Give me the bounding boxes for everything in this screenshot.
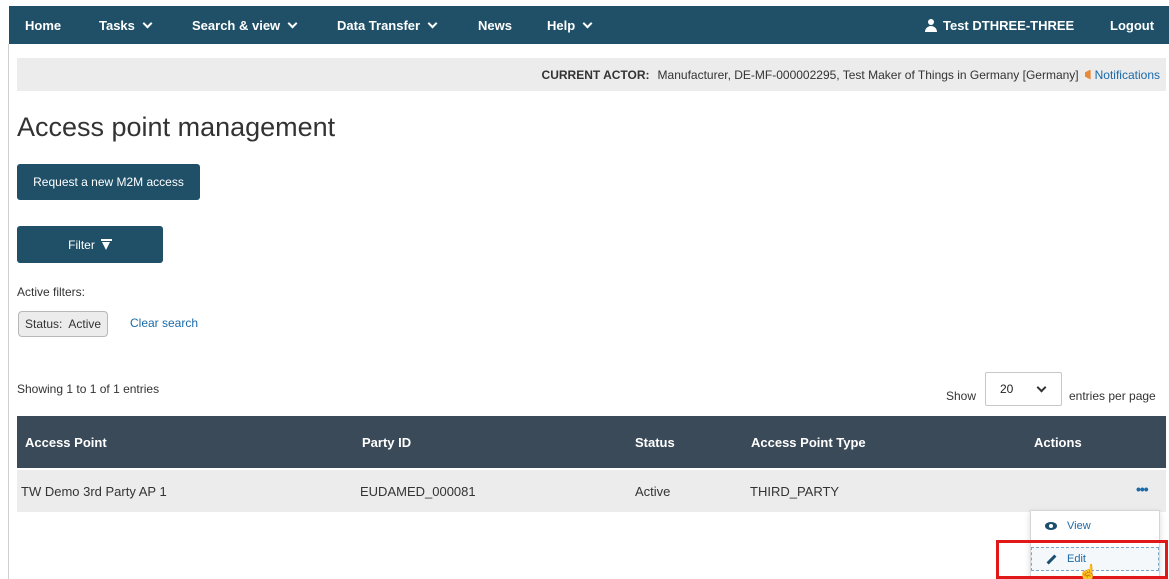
status-filter-chip[interactable]: Status: Active (18, 311, 109, 337)
column-header-access-point[interactable]: Access Point (25, 435, 107, 450)
menu-item-view[interactable]: View (1031, 514, 1159, 538)
page-title: Access point management (17, 112, 336, 142)
cell-party-id: EUDAMED_000081 (360, 484, 476, 499)
chevron-down-icon (142, 18, 153, 28)
page-size-value: 20 (1000, 382, 1014, 396)
nav-home-label: Home (25, 17, 62, 33)
menu-item-view-label: View (1067, 520, 1091, 532)
user-icon (925, 18, 937, 32)
status-filter-key: Status: (25, 317, 63, 331)
nav-help-label: Help (547, 17, 576, 33)
nav-help[interactable]: Help (547, 6, 593, 44)
nav-tasks[interactable]: Tasks (99, 6, 153, 44)
notifications-link[interactable]: Notifications (1095, 68, 1160, 82)
nav-user[interactable]: Test DTHREE-THREE (925, 6, 1074, 44)
request-m2m-access-button[interactable]: Request a new M2M access (17, 164, 200, 200)
chevron-down-icon (427, 18, 438, 28)
page-left-border (8, 44, 9, 579)
active-filters-label: Active filters: (17, 285, 86, 299)
column-header-party-id[interactable]: Party ID (362, 435, 411, 450)
status-filter-value: Active (68, 317, 102, 331)
hand-cursor-icon: ☝ (1078, 565, 1098, 579)
nav-tasks-label: Tasks (99, 17, 135, 33)
filter-button[interactable]: Filter (17, 226, 163, 263)
cell-access-point-type: THIRD_PARTY (750, 484, 840, 499)
nav-logout[interactable]: Logout (1110, 6, 1154, 44)
column-header-status[interactable]: Status (635, 435, 675, 450)
column-header-access-point-type[interactable]: Access Point Type (751, 435, 866, 450)
entries-per-page-label: entries per page (1069, 389, 1156, 403)
nav-news[interactable]: News (478, 6, 512, 44)
row-actions-button[interactable]: ••• (1136, 481, 1149, 497)
page-size-select[interactable]: 20 (985, 372, 1062, 406)
pencil-icon (1046, 554, 1057, 564)
cell-status: Active (635, 484, 671, 499)
chevron-down-icon (287, 18, 298, 28)
nav-news-label: News (478, 17, 512, 33)
nav-user-label: Test DTHREE-THREE (943, 17, 1075, 33)
eye-icon (1045, 522, 1057, 530)
filter-icon (100, 239, 112, 250)
cell-access-point: TW Demo 3rd Party AP 1 (21, 484, 167, 499)
current-actor-bar: CURRENT ACTOR: Manufacturer, DE-MF-00000… (17, 58, 1166, 91)
nav-data-transfer[interactable]: Data Transfer (337, 6, 438, 44)
top-navigation: Home Tasks Search & view Data Transfer N… (9, 6, 1169, 44)
nav-home[interactable]: Home (25, 6, 61, 44)
nav-search-view-label: Search & view (192, 17, 281, 33)
nav-search-view[interactable]: Search & view (192, 6, 298, 44)
current-actor-label: CURRENT ACTOR: (541, 67, 650, 82)
chevron-down-icon (1036, 382, 1047, 393)
chevron-down-icon (582, 18, 593, 28)
show-label: Show (946, 389, 977, 403)
current-actor-value: Manufacturer, DE-MF-000002295, Test Make… (657, 67, 1079, 82)
nav-logout-label: Logout (1110, 17, 1155, 33)
megaphone-icon (1084, 69, 1091, 80)
entries-summary: Showing 1 to 1 of 1 entries (17, 382, 160, 396)
request-m2m-access-label: Request a new M2M access (33, 175, 184, 189)
nav-data-transfer-label: Data Transfer (337, 17, 421, 33)
clear-search-link[interactable]: Clear search (130, 316, 198, 330)
table-header: Access Point Party ID Status Access Poin… (17, 416, 1166, 468)
column-header-actions: Actions (1034, 435, 1082, 450)
filter-label: Filter (68, 237, 95, 252)
table-row: TW Demo 3rd Party AP 1 EUDAMED_000081 Ac… (17, 470, 1166, 512)
